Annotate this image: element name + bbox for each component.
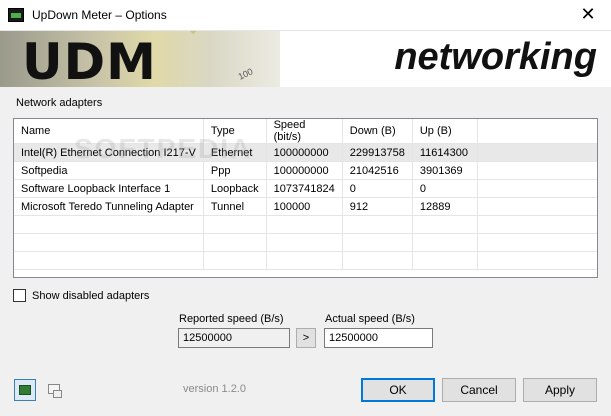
show-disabled-label: Show disabled adapters bbox=[32, 289, 150, 302]
copy-speed-button[interactable]: > bbox=[296, 328, 316, 348]
cell-up: 3901369 bbox=[412, 161, 478, 180]
reported-speed-field: 12500000 bbox=[178, 328, 290, 348]
cell-down: 21042516 bbox=[342, 161, 413, 180]
adapters-list[interactable]: Name Type Speed (bit/s) Down (B) Up (B) … bbox=[13, 118, 598, 278]
column-header-filler bbox=[477, 119, 597, 144]
column-header-down[interactable]: Down (B) bbox=[342, 119, 413, 144]
show-disabled-option[interactable]: Show disabled adapters bbox=[13, 289, 149, 302]
cell-type: Loopback bbox=[203, 179, 267, 198]
banner: UDM 100 networking bbox=[0, 31, 611, 87]
title-bar: UpDown Meter – Options ✕ bbox=[0, 0, 611, 31]
banner-tagline: networking bbox=[394, 36, 597, 78]
cell-up: 11614300 bbox=[412, 143, 478, 162]
adapters-table: Name Type Speed (bit/s) Down (B) Up (B) … bbox=[14, 119, 597, 270]
gauge-mark: 100 bbox=[236, 66, 255, 82]
column-header-speed[interactable]: Speed (bit/s) bbox=[266, 119, 343, 144]
ok-button[interactable]: OK bbox=[361, 378, 435, 402]
cell-filler bbox=[477, 197, 597, 216]
network-topology-icon[interactable] bbox=[44, 379, 66, 401]
actual-speed-input[interactable]: 12500000 bbox=[324, 328, 433, 348]
column-header-up[interactable]: Up (B) bbox=[412, 119, 478, 144]
cell-type: Ethernet bbox=[203, 143, 267, 162]
cell-type: Tunnel bbox=[203, 197, 267, 216]
table-row[interactable]: Microsoft Teredo Tunneling Adapter Tunne… bbox=[14, 197, 597, 216]
column-header-name[interactable]: Name bbox=[14, 119, 204, 144]
actual-speed-label: Actual speed (B/s) bbox=[325, 313, 415, 325]
cell-speed: 100000000 bbox=[266, 143, 343, 162]
cell-name: Intel(R) Ethernet Connection I217-V bbox=[14, 143, 204, 162]
cell-speed: 100000 bbox=[266, 197, 343, 216]
close-button[interactable]: ✕ bbox=[565, 0, 611, 31]
cell-speed: 1073741824 bbox=[266, 179, 343, 198]
cancel-button[interactable]: Cancel bbox=[442, 378, 516, 402]
table-row[interactable]: Softpedia Ppp 100000000 21042516 3901369 bbox=[14, 161, 597, 180]
app-icon bbox=[8, 8, 24, 22]
cell-type: Ppp bbox=[203, 161, 267, 180]
apply-button[interactable]: Apply bbox=[523, 378, 597, 402]
empty-row bbox=[14, 233, 597, 252]
cell-down: 229913758 bbox=[342, 143, 413, 162]
cell-speed: 100000000 bbox=[266, 161, 343, 180]
reported-speed-label: Reported speed (B/s) bbox=[179, 313, 284, 325]
cell-name: Softpedia bbox=[14, 161, 204, 180]
cell-name: Software Loopback Interface 1 bbox=[14, 179, 204, 198]
cell-filler bbox=[477, 143, 597, 162]
cell-up: 0 bbox=[412, 179, 478, 198]
cell-down: 912 bbox=[342, 197, 413, 216]
window-title: UpDown Meter – Options bbox=[32, 8, 167, 22]
network-card-icon[interactable] bbox=[14, 379, 36, 401]
cell-down: 0 bbox=[342, 179, 413, 198]
empty-row bbox=[14, 251, 597, 270]
table-header: Name Type Speed (bit/s) Down (B) Up (B) bbox=[14, 119, 597, 144]
show-disabled-checkbox[interactable] bbox=[13, 289, 26, 302]
version-label: version 1.2.0 bbox=[183, 383, 246, 395]
udm-logo-text: UDM bbox=[22, 33, 157, 87]
network-adapters-label: Network adapters bbox=[16, 97, 103, 109]
udm-logo: UDM 100 bbox=[0, 31, 280, 87]
cell-filler bbox=[477, 179, 597, 198]
column-header-type[interactable]: Type bbox=[203, 119, 267, 144]
table-row[interactable]: Software Loopback Interface 1 Loopback 1… bbox=[14, 179, 597, 198]
cell-up: 12889 bbox=[412, 197, 478, 216]
cell-name: Microsoft Teredo Tunneling Adapter bbox=[14, 197, 204, 216]
table-row[interactable]: Intel(R) Ethernet Connection I217-V Ethe… bbox=[14, 143, 597, 162]
empty-row bbox=[14, 215, 597, 234]
cell-filler bbox=[477, 161, 597, 180]
